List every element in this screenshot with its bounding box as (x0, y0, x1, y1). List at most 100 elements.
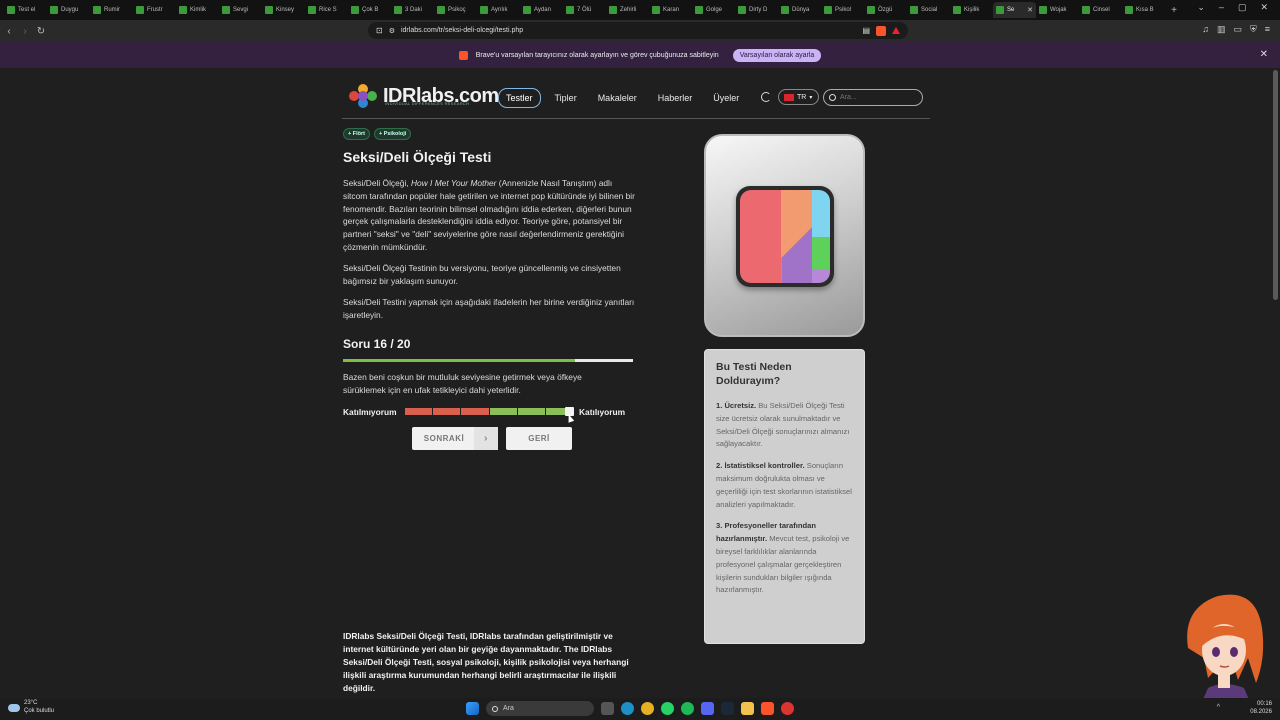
main-nav: Testler Tipler Makaleler Haberler Üyeler (498, 88, 753, 108)
brave-icon (458, 50, 468, 60)
site-info-icon[interactable]: ⚙ (389, 27, 395, 35)
edge-icon[interactable] (621, 702, 634, 715)
header-divider (342, 118, 930, 119)
file-explorer-icon[interactable] (741, 702, 754, 715)
browser-tab[interactable]: Social (907, 2, 950, 18)
taskbar-search[interactable]: Ara (486, 701, 594, 716)
site-logo[interactable]: IDRlabs.com INDIVIDUAL DIFFERENCES RESEA… (349, 82, 499, 110)
extensions-row: ♫ ▥ ▭ ⛨ ≡ (1202, 24, 1270, 35)
nav-articles[interactable]: Makaleler (591, 89, 644, 107)
browser-tab[interactable]: Kişilik (950, 2, 993, 18)
bookmark-icon[interactable]: ⊡ (376, 26, 383, 35)
browser-tab[interactable]: 3 Daki (391, 2, 434, 18)
tab-favicon-icon (867, 6, 875, 14)
browser-tab[interactable]: Dirty D (735, 2, 778, 18)
chevron-down-icon[interactable]: ⌄ (1197, 2, 1205, 13)
nav-types[interactable]: Tipler (548, 89, 584, 107)
tab-close-icon[interactable]: ✕ (1027, 6, 1033, 14)
reload-icon[interactable]: ↻ (34, 26, 48, 37)
brave-taskbar-icon[interactable] (761, 702, 774, 715)
task-view-icon[interactable] (601, 702, 614, 715)
back-button[interactable]: GERİ (506, 427, 572, 450)
browser-tab[interactable]: 7 Ölü (563, 2, 606, 18)
browser-tab[interactable]: Aydan (520, 2, 563, 18)
tab-label: Golge (706, 7, 723, 13)
browser-tab[interactable]: Kısa B (1122, 2, 1165, 18)
scale-track[interactable] (405, 407, 575, 423)
next-button[interactable]: SONRAKİ › (412, 427, 498, 450)
nav-members[interactable]: Üyeler (706, 89, 746, 107)
browser-tab[interactable]: Özgü (864, 2, 907, 18)
tab-favicon-icon (265, 6, 273, 14)
tag-flirt[interactable]: + Flört (343, 128, 370, 140)
page-scrollbar[interactable] (1273, 70, 1278, 300)
browser-tab[interactable]: Test el (4, 2, 47, 18)
menu-icon[interactable]: ≡ (1265, 24, 1270, 35)
scale-option[interactable] (405, 408, 433, 415)
nav-tests[interactable]: Testler (498, 88, 541, 108)
minimize-icon[interactable]: – (1219, 2, 1224, 13)
nav-news[interactable]: Haberler (651, 89, 700, 107)
tag-psychology[interactable]: + Psikoloji (373, 128, 412, 140)
tab-label: Test el (18, 7, 36, 13)
search-icon (829, 94, 836, 101)
windows-start-icon[interactable] (466, 702, 479, 715)
scale-option[interactable] (433, 408, 461, 415)
browser-tab[interactable]: Cinsel (1079, 2, 1122, 18)
question-counter: Soru 16 / 20 (343, 337, 411, 351)
chrome-icon[interactable] (641, 702, 654, 715)
search-input[interactable] (840, 94, 920, 101)
close-icon[interactable]: ✕ (1260, 2, 1268, 13)
browser-tab[interactable]: Ayrılık (477, 2, 520, 18)
new-tab-icon[interactable]: + (1165, 5, 1183, 16)
browser-tab[interactable]: Psikol (821, 2, 864, 18)
scale-option[interactable] (517, 408, 545, 415)
browser-tab[interactable]: Duygu (47, 2, 90, 18)
wallet-icon[interactable]: ▭ (1233, 24, 1242, 35)
app-icon[interactable] (781, 702, 794, 715)
music-icon[interactable]: ♫ (1202, 24, 1209, 35)
notification-close-icon[interactable]: ✕ (1260, 49, 1268, 60)
maximize-icon[interactable]: ▢ (1238, 2, 1247, 13)
browser-tab[interactable]: Rumir (90, 2, 133, 18)
language-selector[interactable]: TR ▾ (778, 89, 819, 105)
browser-tab[interactable]: Golge (692, 2, 735, 18)
forward-icon[interactable]: › (18, 26, 32, 37)
vpn-icon[interactable]: ⛨ (1250, 24, 1257, 35)
browser-tab[interactable]: Rice S (305, 2, 348, 18)
tab-label: 3 Daki (405, 7, 423, 13)
tab-favicon-icon (566, 6, 574, 14)
discord-icon[interactable] (701, 702, 714, 715)
browser-tab[interactable]: Kinsey (262, 2, 305, 18)
browser-tab[interactable]: Sevgi (219, 2, 262, 18)
browser-tab[interactable]: Frustr (133, 2, 176, 18)
system-tray-chevron-icon[interactable]: ^ (1217, 704, 1220, 711)
clock[interactable]: 00:16 08.2026 (1250, 700, 1272, 716)
set-default-button[interactable]: Varsayılan olarak ayarla (732, 48, 822, 62)
dark-mode-icon[interactable] (761, 92, 771, 102)
scale-option[interactable] (461, 408, 489, 415)
tab-label: Çok B (362, 7, 379, 13)
browser-tab[interactable]: Zehirli (606, 2, 649, 18)
brave-rewards-icon[interactable] (892, 27, 900, 34)
spotify-icon[interactable] (681, 702, 694, 715)
scale-option[interactable] (489, 408, 517, 415)
browser-tab[interactable]: Karan (649, 2, 692, 18)
steam-icon[interactable] (721, 702, 734, 715)
back-icon[interactable]: ‹ (2, 26, 16, 37)
browser-tab[interactable]: Kimlik (176, 2, 219, 18)
weather-widget[interactable]: 23°C Çok bulutlu (8, 700, 54, 715)
site-search[interactable] (823, 89, 923, 106)
sidebar-icon[interactable]: ▥ (1217, 24, 1226, 35)
browser-tab[interactable]: Dünya (778, 2, 821, 18)
tab-label: Kişilik (964, 7, 980, 13)
browser-tab[interactable]: Wojak (1036, 2, 1079, 18)
url-field[interactable]: ⊡ ⚙ idrlabs.com/tr/seksi-deli-olcegi/tes… (368, 22, 908, 39)
brave-shields-icon[interactable] (876, 25, 886, 36)
browser-tab[interactable]: Psikoç (434, 2, 477, 18)
reader-icon[interactable]: ▤ (862, 26, 870, 35)
browser-tab[interactable]: Çok B (348, 2, 391, 18)
browser-tab[interactable]: Se ✕ (993, 2, 1036, 18)
whatsapp-icon[interactable] (661, 702, 674, 715)
scale-disagree-label: Katılmıyorum (343, 407, 397, 417)
